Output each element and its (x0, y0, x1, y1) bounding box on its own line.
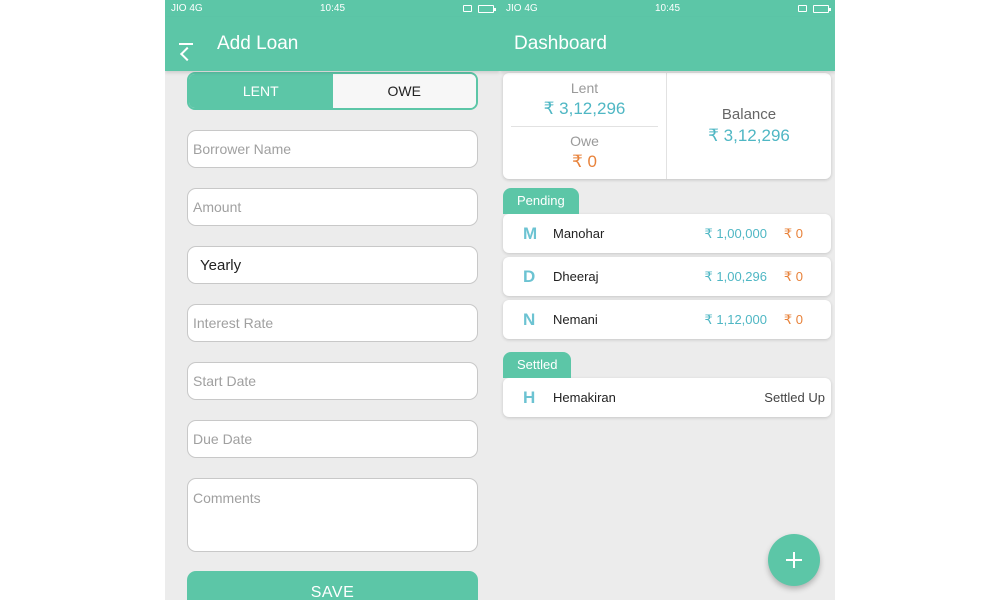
status-bar: JIO 4G 10:45 (500, 0, 835, 17)
dashboard-screen: JIO 4G 10:45 Dashboard Lent ₹ 3,12,296 O… (500, 0, 835, 600)
page-title: Dashboard (514, 33, 607, 54)
balance-label: Balance (721, 106, 777, 123)
interest-rate-field (187, 304, 478, 342)
sim-icon (798, 5, 807, 12)
start-date-field (187, 362, 478, 400)
contact-name: Hemakiran (553, 390, 616, 405)
segment-lent[interactable]: LENT (189, 74, 333, 108)
plus-icon (786, 552, 802, 568)
comments-input[interactable] (193, 490, 472, 551)
lent-amount: ₹ 1,12,000 (704, 311, 768, 327)
pending-section-label: Pending (503, 188, 579, 214)
list-item[interactable]: H Hemakiran Settled Up (503, 378, 831, 417)
status-time: 10:45 (319, 3, 346, 14)
settled-section-label: Settled (503, 352, 572, 378)
status-bar: JIO 4G 10:45 (165, 0, 500, 17)
borrower-name-input[interactable] (193, 141, 472, 157)
lent-amount: ₹ 1,00,296 (704, 268, 768, 284)
lent-owe-toggle: LENT OWE (187, 72, 478, 110)
lent-amount: ₹ 1,00,000 (704, 225, 768, 241)
owed-amount: ₹ 0 (783, 225, 803, 241)
app-bar: Add Loan (165, 17, 500, 71)
frequency-select[interactable]: Yearly (187, 246, 478, 284)
avatar-initial: M (523, 223, 538, 243)
owe-label: Owe (570, 133, 599, 150)
lent-label: Lent (570, 79, 599, 96)
balance-summary: Balance ₹ 3,12,296 (667, 73, 831, 179)
sim-icon (463, 5, 472, 12)
add-loan-button[interactable] (768, 534, 820, 586)
comments-field (187, 478, 478, 552)
settled-list: H Hemakiran Settled Up (500, 378, 835, 417)
summary-card: Lent ₹ 3,12,296 Owe ₹ 0 Balance ₹ 3,12,2… (503, 73, 831, 179)
avatar-initial: N (523, 309, 536, 329)
battery-icon (478, 4, 496, 13)
pending-list: M Manohar ₹ 1,00,000 ₹ 0 D Dheeraj ₹ 1,0… (500, 214, 835, 339)
interest-rate-input[interactable] (193, 315, 472, 331)
owe-summary: Owe ₹ 0 (511, 125, 658, 180)
app-bar: Dashboard (500, 17, 835, 71)
lent-summary: Lent ₹ 3,12,296 (503, 73, 666, 126)
screenshot-stage: JIO 4G 10:45 Add Loan LENT OWE Yearl (0, 0, 1000, 600)
carrier-label: JIO 4G (171, 3, 203, 14)
battery-icon (813, 4, 831, 13)
owed-amount: ₹ 0 (783, 268, 803, 284)
start-date-input[interactable] (193, 373, 472, 389)
list-item[interactable]: N Nemani ₹ 1,12,000 ₹ 0 (503, 300, 831, 339)
contact-name: Nemani (553, 312, 598, 327)
save-button[interactable]: SAVE (187, 571, 478, 600)
amount-input[interactable] (193, 199, 472, 215)
back-arrow-icon[interactable] (177, 35, 195, 53)
due-date-field (187, 420, 478, 458)
carrier-label: JIO 4G (506, 3, 538, 14)
list-item[interactable]: M Manohar ₹ 1,00,000 ₹ 0 (503, 214, 831, 253)
add-loan-form: LENT OWE Yearly S (165, 72, 500, 600)
list-item[interactable]: D Dheeraj ₹ 1,00,296 ₹ 0 (503, 257, 831, 296)
owe-value: ₹ 0 (572, 152, 597, 172)
segment-owe[interactable]: OWE (332, 74, 476, 108)
contact-name: Dheeraj (553, 269, 599, 284)
status-time: 10:45 (654, 3, 681, 14)
balance-value: ₹ 3,12,296 (708, 126, 790, 145)
due-date-input[interactable] (193, 431, 472, 447)
lent-value: ₹ 3,12,296 (543, 98, 626, 118)
frequency-value: Yearly (200, 256, 242, 274)
amount-field (187, 188, 478, 226)
avatar-initial: D (523, 266, 536, 286)
borrower-name-field (187, 130, 478, 168)
avatar-initial: H (523, 387, 536, 407)
page-title: Add Loan (217, 33, 299, 54)
settled-status: Settled Up (764, 390, 825, 405)
contact-name: Manohar (553, 226, 605, 241)
owed-amount: ₹ 0 (783, 311, 803, 327)
add-loan-screen: JIO 4G 10:45 Add Loan LENT OWE Yearl (165, 0, 500, 600)
